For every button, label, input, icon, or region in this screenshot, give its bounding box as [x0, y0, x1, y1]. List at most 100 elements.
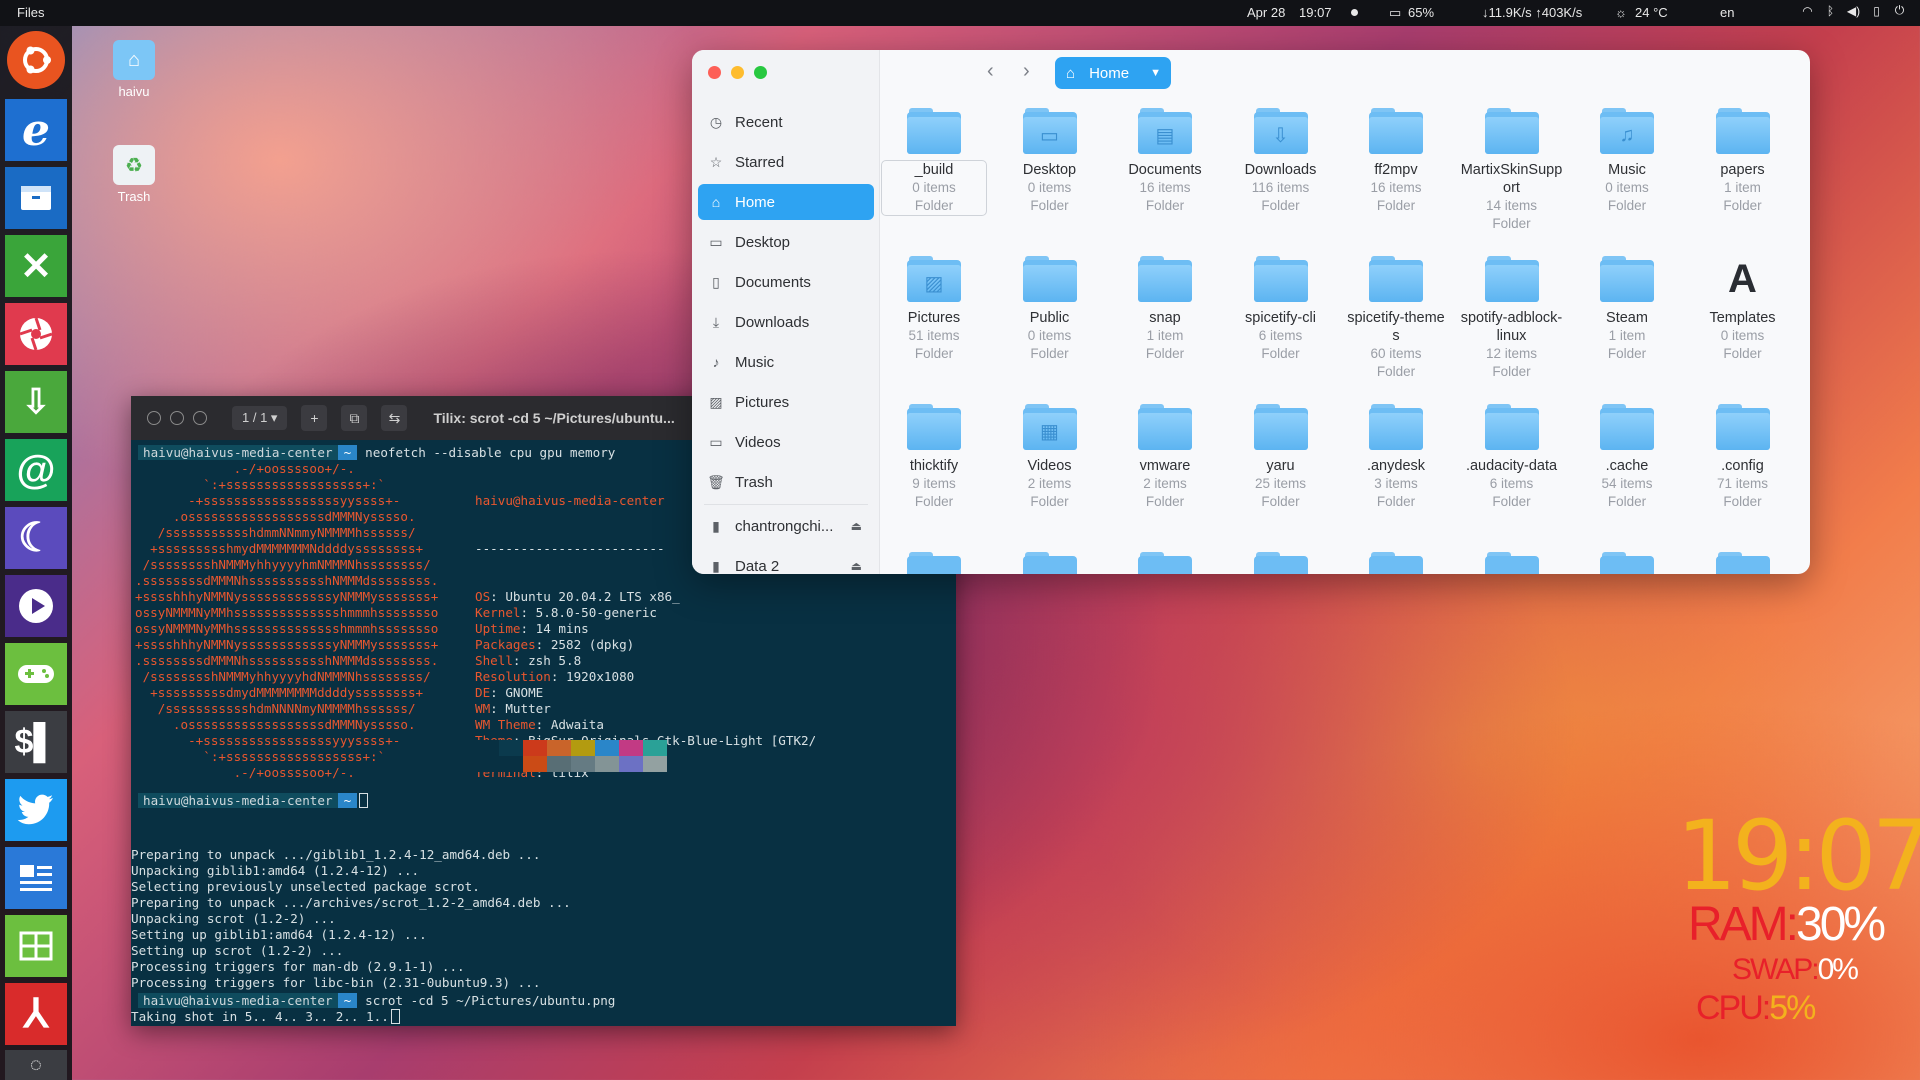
- sidebar-item-music[interactable]: ♪ Music: [698, 344, 874, 380]
- close-button[interactable]: [708, 66, 721, 79]
- logo-line: .-/+oossssoo+/-.: [135, 461, 355, 476]
- eject-icon[interactable]: ⏏: [851, 559, 862, 573]
- mail-icon[interactable]: @: [5, 439, 67, 501]
- color-swatch: [571, 740, 595, 756]
- folder-item[interactable]: spicetify-themes 60 items Folder: [1344, 256, 1448, 381]
- maximize-button[interactable]: [193, 411, 207, 425]
- folder-item[interactable]: ⇩ Downloads 116 items Folder: [1229, 108, 1333, 215]
- keyboard-language[interactable]: en: [1720, 5, 1734, 20]
- ubuntu-icon[interactable]: [7, 31, 65, 89]
- folder-name: Downloads: [1244, 162, 1317, 178]
- folder-item[interactable]: .config 71 items Folder: [1691, 404, 1795, 511]
- browser-icon[interactable]: e: [5, 99, 67, 161]
- output-line: Unpacking giblib1:amd64 (1.2.4-12) ...: [131, 863, 420, 878]
- download-icon[interactable]: ⇩: [5, 371, 67, 433]
- folder-item[interactable]: Public 0 items Folder: [998, 256, 1102, 363]
- folder-name: Steam: [1606, 310, 1648, 326]
- folder-item[interactable]: snap 1 item Folder: [1113, 256, 1217, 363]
- sidebar-item-data-2[interactable]: ▮ Data 2 ⏏: [698, 548, 874, 575]
- folder-item[interactable]: A Templates 0 items Folder: [1691, 256, 1795, 363]
- sidebar-item-home[interactable]: ⌂ Home: [698, 184, 874, 220]
- sidebar-item-trash[interactable]: 🗑 Trash: [698, 464, 874, 500]
- minimize-button[interactable]: [731, 66, 744, 79]
- sidebar-item-desktop[interactable]: ▭ Desktop: [698, 224, 874, 260]
- logo-line: -+sssssssssssssssssyyyssss+-: [135, 733, 401, 748]
- sidebar-item-documents[interactable]: ▯ Documents: [698, 264, 874, 300]
- sidebar-item-label: Data 2: [735, 557, 780, 575]
- battery-percent[interactable]: 65%: [1408, 5, 1434, 20]
- crossover-icon[interactable]: ✕: [5, 235, 67, 297]
- network-speed[interactable]: ↓11.9K/s ↑403K/s: [1482, 5, 1582, 20]
- sidebar-item-chantrongchi[interactable]: ▮ chantrongchi... ⏏: [698, 508, 874, 544]
- terminal-title: Tilix: scrot -cd 5 ~/Pictures/ubuntu...: [433, 410, 675, 426]
- folder-item-count: 2 items: [1027, 476, 1072, 491]
- media-player-icon[interactable]: [5, 575, 67, 637]
- writer-icon[interactable]: [5, 847, 67, 909]
- app-grid-icon[interactable]: ◌: [5, 1050, 67, 1080]
- folder-item[interactable]: spotify-adblock-linux 12 items Folder: [1460, 256, 1564, 381]
- folder-item[interactable]: Steam 1 item Folder: [1575, 256, 1679, 363]
- pdf-icon[interactable]: ⅄: [5, 983, 67, 1045]
- sync-input-button[interactable]: ⇆: [381, 405, 408, 431]
- folder-item[interactable]: spicetify-cli 6 items Folder: [1229, 256, 1333, 363]
- gamepad-icon[interactable]: [5, 643, 67, 705]
- file-manager-window[interactable]: ◷ Recent ☆ Starred ⌂ Home ▭ Desktop ▯ Documents ⤓ D…: [692, 50, 1810, 574]
- folder-item[interactable]: .cache 54 items Folder: [1575, 404, 1679, 511]
- prompt-line: haivu@haivus-media-center ~ scrot -cd 5 ~/…: [138, 993, 615, 1009]
- cursor: [359, 793, 369, 808]
- sidebar-item-downloads[interactable]: ⤓ Downloads: [698, 304, 874, 340]
- sidebar-item-pictures[interactable]: ▨ Pictures: [698, 384, 874, 420]
- sidebar-item-label: Home: [735, 193, 776, 211]
- desktop-home-folder[interactable]: ⌂ haivu: [99, 40, 169, 99]
- folder-item[interactable]: ▤ Documents 16 items Folder: [1113, 108, 1217, 215]
- temperature[interactable]: 24 °C: [1635, 5, 1668, 20]
- split-button[interactable]: ⧉: [341, 405, 368, 431]
- maximize-button[interactable]: [754, 66, 767, 79]
- info-row: WM: Mutter: [475, 701, 815, 717]
- minimize-button[interactable]: [170, 411, 184, 425]
- calc-icon[interactable]: [5, 915, 67, 977]
- clock-date[interactable]: Apr 28: [1247, 5, 1285, 20]
- logo-line: .-/+oossssoo+/-.: [135, 765, 355, 780]
- desktop-trash[interactable]: ♻ Trash: [99, 145, 169, 204]
- folder-item[interactable]: thicktify 9 items Folder: [882, 404, 986, 511]
- output-line: Unpacking scrot (1.2-2) ...: [131, 911, 336, 926]
- folder-item[interactable]: vmware 2 items Folder: [1113, 404, 1217, 511]
- system-tray[interactable]: ◠ ᛒ ◀) ▯ ⏻: [1799, 3, 1908, 18]
- folder-item[interactable]: papers 1 item Folder: [1691, 108, 1795, 215]
- path-bar-home[interactable]: ⌂ Home ▼: [1055, 57, 1171, 89]
- folder-item[interactable]: ▨ Pictures 51 items Folder: [882, 256, 986, 363]
- forward-button[interactable]: ›: [1023, 60, 1030, 83]
- close-button[interactable]: [147, 411, 161, 425]
- sidebar-item-starred[interactable]: ☆ Starred: [698, 144, 874, 180]
- sidebar-item-label: Downloads: [735, 313, 810, 331]
- folder-item[interactable]: yaru 25 items Folder: [1229, 404, 1333, 511]
- add-terminal-button[interactable]: +: [301, 405, 328, 431]
- session-switcher[interactable]: 1 / 1 ▾: [232, 406, 288, 430]
- folder-item[interactable]: MartixSkinSupport 14 items Folder: [1460, 108, 1564, 233]
- folder-item[interactable]: ♫ Music 0 items Folder: [1575, 108, 1679, 215]
- wave-icon[interactable]: ☾: [5, 507, 67, 569]
- back-button[interactable]: ‹: [987, 60, 994, 83]
- sidebar-item-label: chantrongchi...: [735, 517, 834, 535]
- info-value: : 2582 (dpkg): [535, 637, 635, 652]
- sidebar-item-videos[interactable]: ▭ Videos: [698, 424, 874, 460]
- folder-item[interactable]: ff2mpv 16 items Folder: [1344, 108, 1448, 215]
- folder-item[interactable]: ▭ Desktop 0 items Folder: [998, 108, 1102, 215]
- files-icon[interactable]: [5, 167, 67, 229]
- folder-item[interactable]: ▦ Videos 2 items Folder: [998, 404, 1102, 511]
- folder-item[interactable]: .audacity-data 6 items Folder: [1460, 404, 1564, 511]
- twitter-icon[interactable]: [5, 779, 67, 841]
- active-app-name[interactable]: Files: [17, 5, 44, 20]
- folder-type: Folder: [1376, 364, 1416, 379]
- aperture-icon[interactable]: [5, 303, 67, 365]
- folder-type: Folder: [914, 494, 954, 509]
- eject-icon[interactable]: ⏏: [851, 519, 862, 533]
- folder-type: Folder: [914, 198, 954, 213]
- folder-item[interactable]: .anydesk 3 items Folder: [1344, 404, 1448, 511]
- clock-time[interactable]: 19:07: [1299, 5, 1332, 20]
- folder-icon: [1715, 108, 1770, 154]
- sidebar-item-recent[interactable]: ◷ Recent: [698, 104, 874, 140]
- folder-item[interactable]: _build 0 items Folder: [881, 108, 987, 216]
- terminal-icon[interactable]: $▌: [5, 711, 67, 773]
